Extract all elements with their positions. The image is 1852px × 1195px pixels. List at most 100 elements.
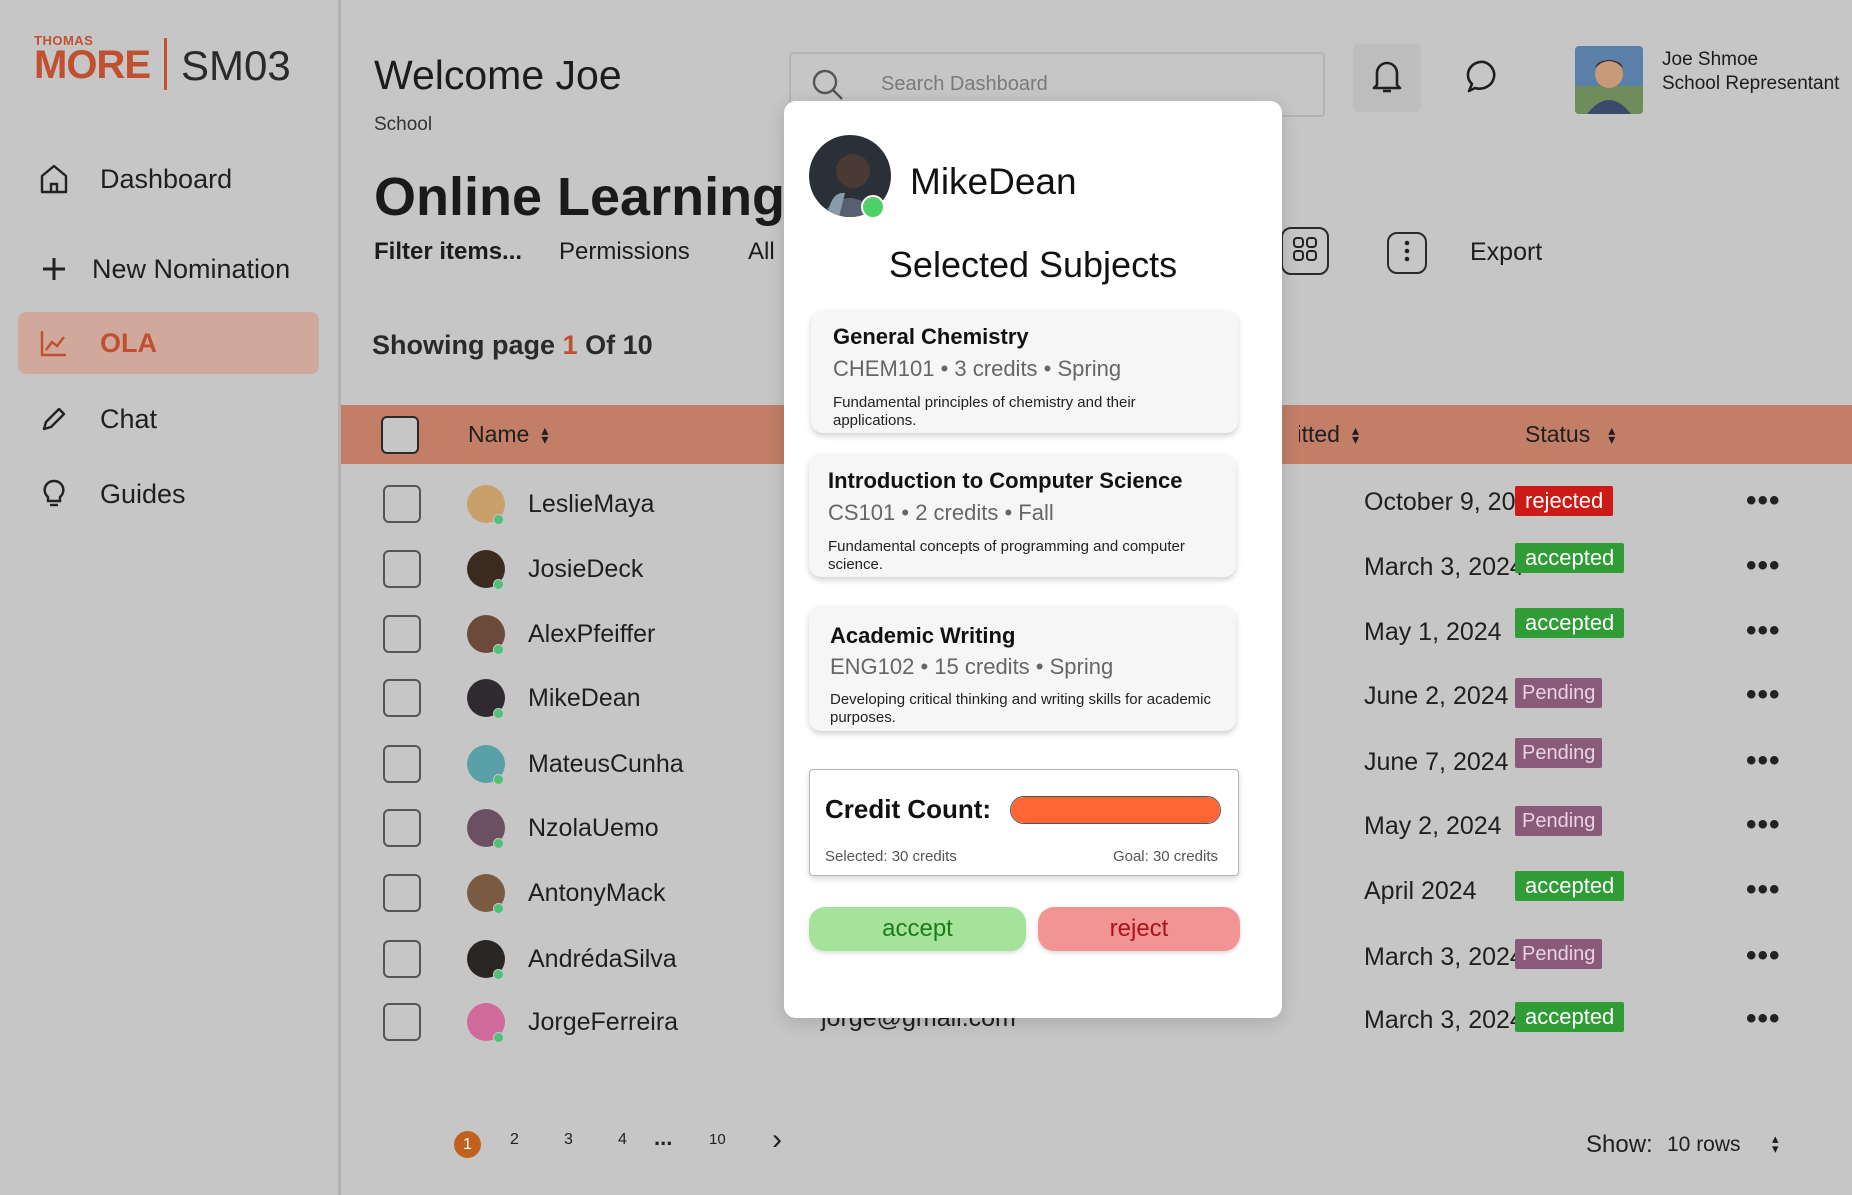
rows-per-page-label: Show: [1586, 1131, 1653, 1158]
submitted-date: April 2024 [1364, 877, 1477, 905]
subject-meta: ENG102 • 15 credits • Spring [830, 654, 1114, 679]
page-button-3[interactable]: 3 [564, 1131, 573, 1149]
pencil-icon [36, 401, 72, 437]
next-page-button[interactable]: › [772, 1123, 782, 1157]
student-name[interactable]: AlexPfeiffer [528, 620, 655, 649]
row-actions-icon[interactable]: ••• [1746, 939, 1781, 973]
select-arrows-icon[interactable]: ▴ ▾ [1772, 1132, 1779, 1155]
home-icon [36, 161, 72, 197]
select-all-checkbox[interactable] [381, 416, 419, 454]
row-checkbox[interactable] [383, 485, 421, 523]
status-badge: Pending [1515, 806, 1603, 836]
bell-icon [1369, 57, 1405, 100]
page-button-4[interactable]: 4 [618, 1131, 627, 1149]
sort-icon: ▴ ▾ [1351, 421, 1359, 447]
subject-meta: CHEM101 • 3 credits • Spring [833, 356, 1122, 381]
page-button-10[interactable]: 10 [709, 1131, 726, 1148]
user-role: School Representant [1662, 73, 1840, 94]
page-button-2[interactable]: 2 [510, 1131, 519, 1149]
row-actions-icon[interactable]: ••• [1746, 614, 1781, 648]
student-name[interactable]: AntonyMack [528, 879, 666, 908]
brand-code: SM03 [181, 42, 291, 89]
online-status-indicator [493, 1032, 504, 1043]
org-label: School [374, 114, 433, 135]
user-avatar[interactable] [1575, 46, 1643, 114]
online-status-indicator [493, 579, 504, 590]
row-actions-icon[interactable]: ••• [1746, 744, 1781, 778]
online-status-indicator [493, 774, 504, 785]
user-info[interactable]: Joe Shmoe School Representant [1662, 48, 1839, 96]
brand-logo: THOMAS MORE [34, 33, 151, 87]
sidebar-item-dashboard[interactable]: Dashboard [18, 148, 319, 210]
row-checkbox[interactable] [383, 940, 421, 978]
row-actions-icon[interactable]: ••• [1746, 678, 1781, 712]
subject-meta: CS101 • 2 credits • Fall [828, 500, 1054, 525]
reject-button[interactable]: reject [1038, 907, 1240, 951]
filter-input[interactable]: Filter items... [374, 238, 522, 266]
student-name[interactable]: MikeDean [528, 684, 641, 713]
student-name[interactable]: JosieDeck [528, 555, 643, 584]
column-submitted[interactable]: Submitted ▴▾ [1299, 405, 1359, 464]
student-name[interactable]: LeslieMaya [528, 490, 654, 519]
subject-title: General Chemistry [833, 324, 1029, 349]
online-status-indicator [493, 969, 504, 980]
submitted-date: May 2, 2024 [1364, 812, 1502, 840]
status-badge: Pending [1515, 678, 1603, 708]
sidebar-item-guides[interactable]: Guides [18, 463, 319, 525]
grid-view-button[interactable] [1281, 227, 1329, 275]
row-checkbox[interactable] [383, 809, 421, 847]
status-badge: accepted [1515, 543, 1625, 573]
modal-heading: Selected Subjects [888, 244, 1178, 285]
submitted-date: March 3, 2024 [1364, 553, 1524, 581]
sidebar-item-ola[interactable]: OLA [18, 312, 319, 374]
submitted-date: March 3, 2024 [1364, 943, 1524, 971]
rows-per-page-select[interactable]: 10 rows [1667, 1133, 1741, 1157]
sidebar-item-label: Guides [100, 478, 186, 509]
sidebar-item-label: New Nomination [92, 253, 291, 284]
logo[interactable]: THOMAS MORE SM03 [34, 34, 291, 90]
row-checkbox[interactable] [383, 550, 421, 588]
sidebar-item-label: Dashboard [100, 163, 233, 194]
student-name[interactable]: NzolaUemo [528, 814, 659, 843]
row-checkbox[interactable] [383, 615, 421, 653]
sidebar-item-label: Chat [100, 403, 158, 434]
row-actions-icon[interactable]: ••• [1746, 549, 1781, 583]
student-subjects-modal: MikeDean Selected Subjects General Chemi… [784, 101, 1282, 1018]
credits-goal: Goal: 30 credits [1112, 848, 1218, 865]
sidebar: THOMAS MORE SM03 Dashboard New Nominatio… [0, 0, 341, 1195]
column-status[interactable]: Status ▴ ▾ [1525, 405, 1615, 464]
row-checkbox[interactable] [383, 1003, 421, 1041]
subject-description: Fundamental concepts of programming and … [828, 538, 1185, 573]
credit-progress-bar [1010, 796, 1221, 824]
more-options-button[interactable] [1387, 232, 1427, 274]
student-name[interactable]: AndrédaSilva [528, 945, 677, 974]
row-actions-icon[interactable]: ••• [1746, 484, 1781, 518]
accept-button[interactable]: accept [809, 907, 1026, 951]
subject-description: Developing critical thinking and writing… [830, 691, 1211, 726]
permissions-dropdown[interactable]: Permissions [559, 238, 690, 266]
column-name[interactable]: Name ▴ ▾ [468, 405, 548, 464]
subject-card[interactable]: General Chemistry CHEM101 • 3 credits • … [811, 310, 1238, 433]
online-status-indicator [493, 838, 504, 849]
row-checkbox[interactable] [383, 745, 421, 783]
student-name[interactable]: MateusCunha [528, 750, 684, 779]
sidebar-item-new-nomination[interactable]: New Nomination [18, 238, 319, 300]
subject-card[interactable]: Academic Writing ENG102 • 15 credits • S… [809, 606, 1236, 731]
student-name[interactable]: JorgeFerreira [528, 1008, 678, 1037]
all-filter[interactable]: All [748, 238, 775, 266]
status-badge: accepted [1515, 608, 1625, 638]
row-actions-icon[interactable]: ••• [1746, 1002, 1781, 1036]
subject-card[interactable]: Introduction to Computer Science CS101 •… [809, 454, 1236, 577]
export-button[interactable]: Export [1470, 238, 1542, 267]
page-button-1[interactable]: 1 [454, 1131, 481, 1158]
row-actions-icon[interactable]: ••• [1746, 808, 1781, 842]
online-status-indicator [493, 708, 504, 719]
logo-divider [164, 38, 167, 90]
notifications-button[interactable] [1353, 44, 1421, 112]
row-actions-icon[interactable]: ••• [1746, 873, 1781, 907]
messages-button[interactable] [1450, 44, 1518, 112]
submitted-date: June 2, 2024 [1364, 682, 1509, 710]
row-checkbox[interactable] [383, 679, 421, 717]
row-checkbox[interactable] [383, 874, 421, 912]
sidebar-item-chat[interactable]: Chat [18, 388, 319, 450]
